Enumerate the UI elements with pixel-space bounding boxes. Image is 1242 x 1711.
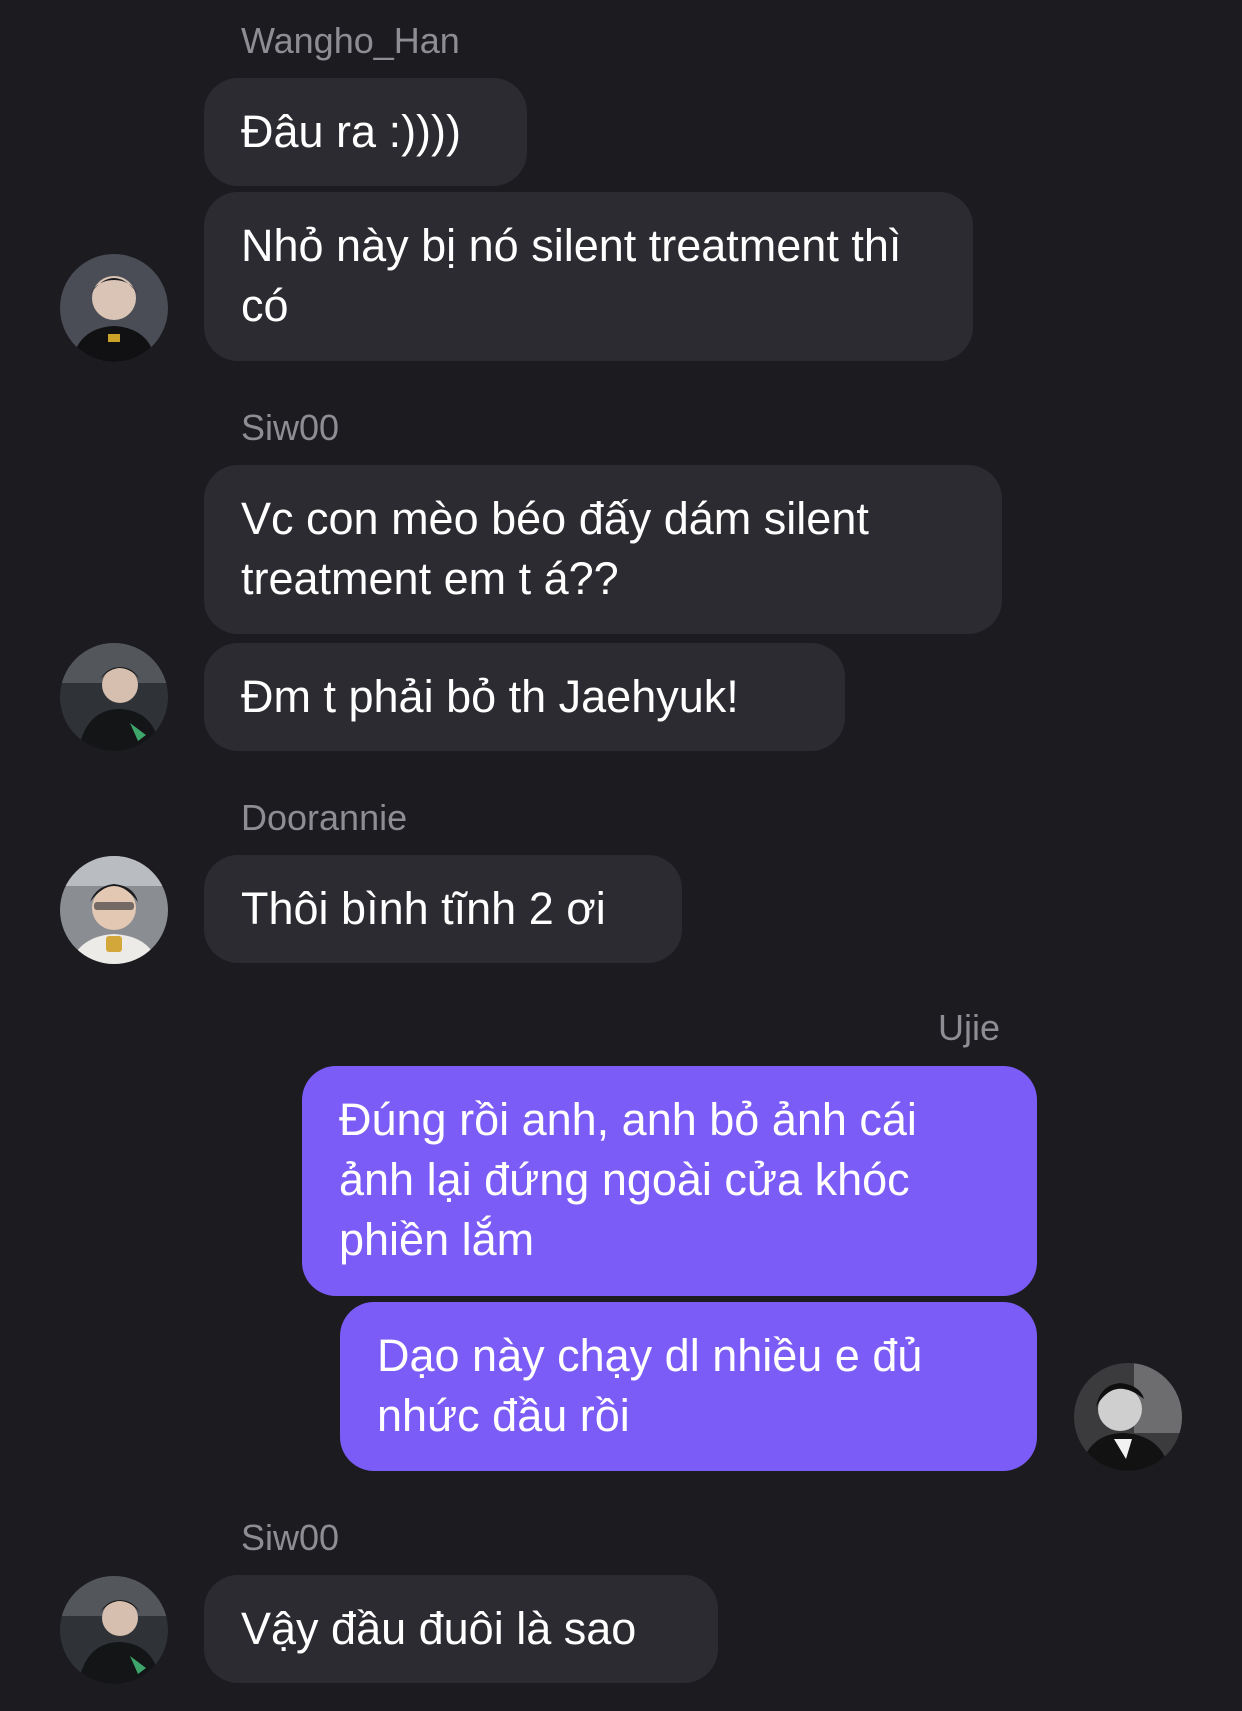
avatar-photo-icon — [60, 856, 168, 964]
sender-name: Siw00 — [241, 407, 340, 448]
message-bubble[interactable]: Dạo này chạy dl nhiều e đủ nhức đầu rồi — [340, 1302, 1037, 1471]
avatar-ujie[interactable] — [1074, 1363, 1182, 1471]
avatar-photo-icon — [1074, 1363, 1182, 1471]
avatar-doorannie[interactable] — [60, 856, 168, 964]
sender-name: Siw00 — [241, 1517, 340, 1558]
sender-name: Wangho_Han — [241, 20, 460, 61]
avatar-wangho-han[interactable] — [60, 254, 168, 362]
message-bubble[interactable]: Đm t phải bỏ th Jaehyuk! — [204, 643, 845, 751]
message-bubble[interactable]: Đâu ra :)))) — [204, 78, 527, 186]
sender-name: Ujie — [937, 1007, 1000, 1048]
message-bubble[interactable]: Nhỏ này bị nó silent treatment thì có — [204, 192, 973, 361]
avatar-siw00[interactable] — [60, 643, 168, 751]
avatar-photo-icon — [60, 254, 168, 362]
message-bubble[interactable]: Đúng rồi anh, anh bỏ ảnh cái ảnh lại đứn… — [302, 1066, 1037, 1296]
message-bubble[interactable]: Thôi bình tĩnh 2 ơi — [204, 855, 682, 963]
avatar-photo-icon — [60, 1576, 168, 1684]
message-bubble[interactable]: Vậy đầu đuôi là sao — [204, 1575, 718, 1683]
sender-name: Doorannie — [241, 797, 408, 838]
avatar-siw00[interactable] — [60, 1576, 168, 1684]
message-bubble[interactable]: Vc con mèo béo đấy dám silent treatment … — [204, 465, 1002, 634]
avatar-photo-icon — [60, 643, 168, 751]
